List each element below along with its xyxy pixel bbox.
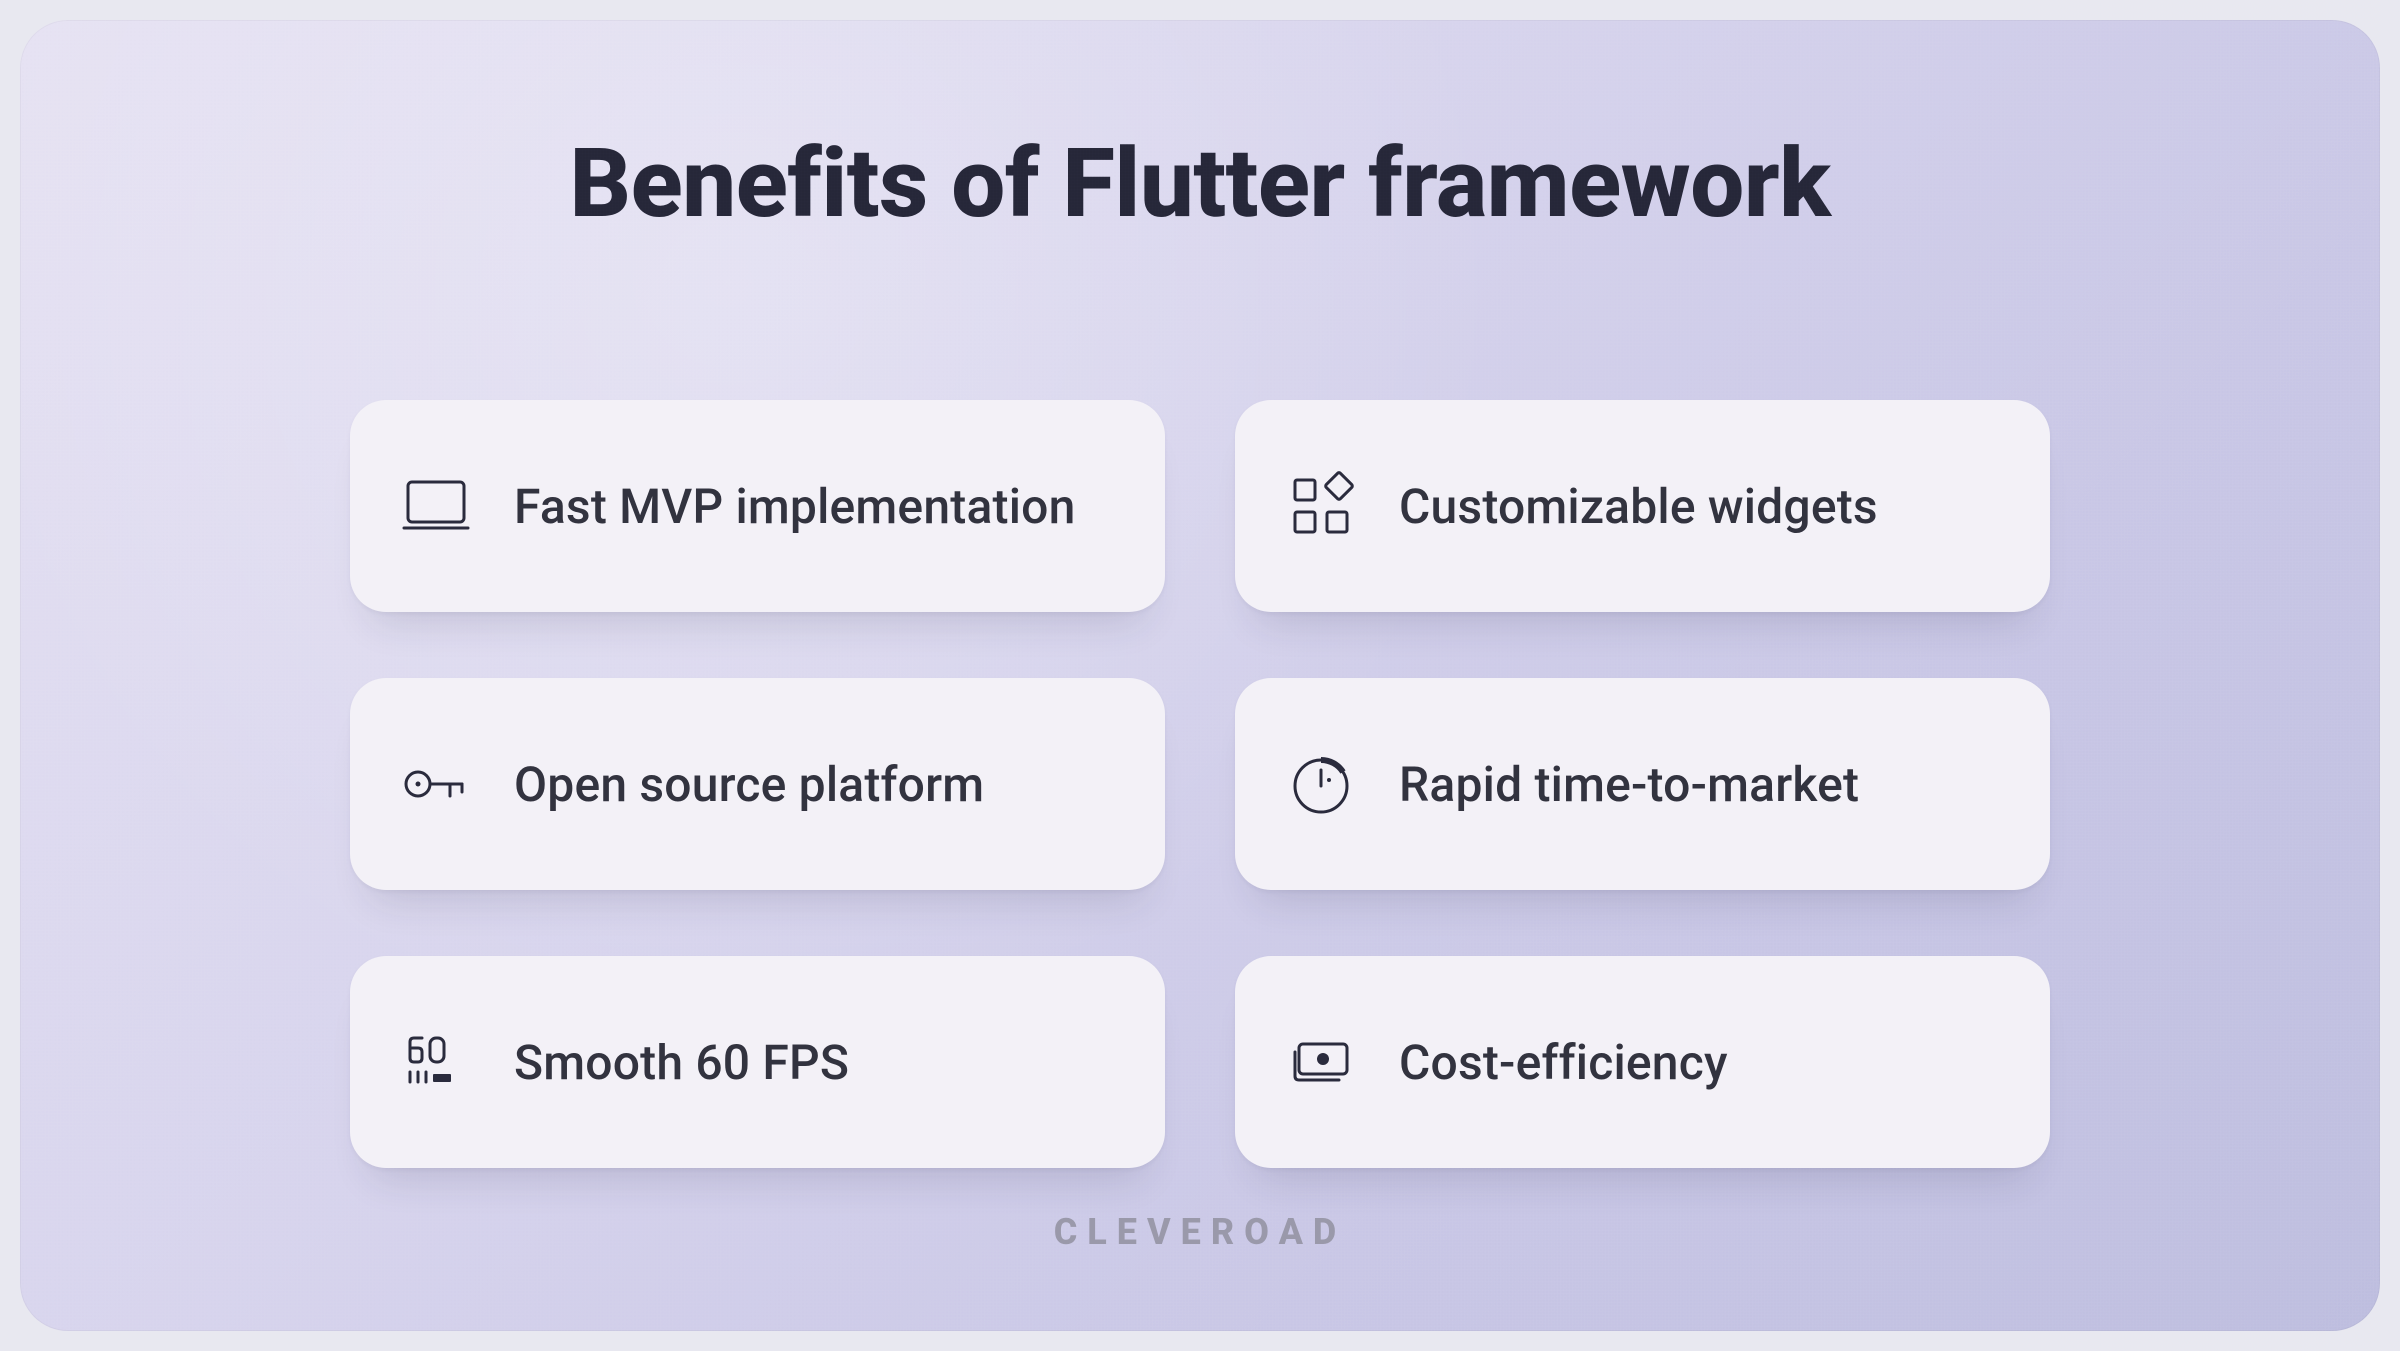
benefit-label: Smooth 60 FPS xyxy=(514,1034,849,1091)
benefit-card-fast-mvp: Fast MVP implementation xyxy=(350,400,1165,612)
benefit-label: Rapid time-to-market xyxy=(1399,756,1859,813)
benefit-card-fps: Smooth 60 FPS xyxy=(350,956,1165,1168)
benefits-panel: Benefits of Flutter framework Fast MVP i… xyxy=(20,20,2380,1331)
benefit-label: Customizable widgets xyxy=(1399,478,1878,535)
benefits-grid: Fast MVP implementation Customizable wid… xyxy=(350,400,2050,1168)
brand-footer: CLEVEROAD xyxy=(20,1211,2380,1253)
page-title: Benefits of Flutter framework xyxy=(569,128,1830,240)
benefit-card-time-to-market: Rapid time-to-market xyxy=(1235,678,2050,890)
widgets-icon xyxy=(1285,470,1357,542)
benefit-card-cost: Cost-efficiency xyxy=(1235,956,2050,1168)
money-icon xyxy=(1285,1026,1357,1098)
benefit-card-widgets: Customizable widgets xyxy=(1235,400,2050,612)
benefit-label: Cost-efficiency xyxy=(1399,1034,1728,1091)
benefit-card-open-source: Open source platform xyxy=(350,678,1165,890)
laptop-icon xyxy=(400,470,472,542)
timer-icon xyxy=(1285,748,1357,820)
key-icon xyxy=(400,748,472,820)
fps-icon xyxy=(400,1026,472,1098)
benefit-label: Fast MVP implementation xyxy=(514,478,1076,535)
canvas: Benefits of Flutter framework Fast MVP i… xyxy=(0,0,2400,1351)
benefit-label: Open source platform xyxy=(514,756,984,813)
